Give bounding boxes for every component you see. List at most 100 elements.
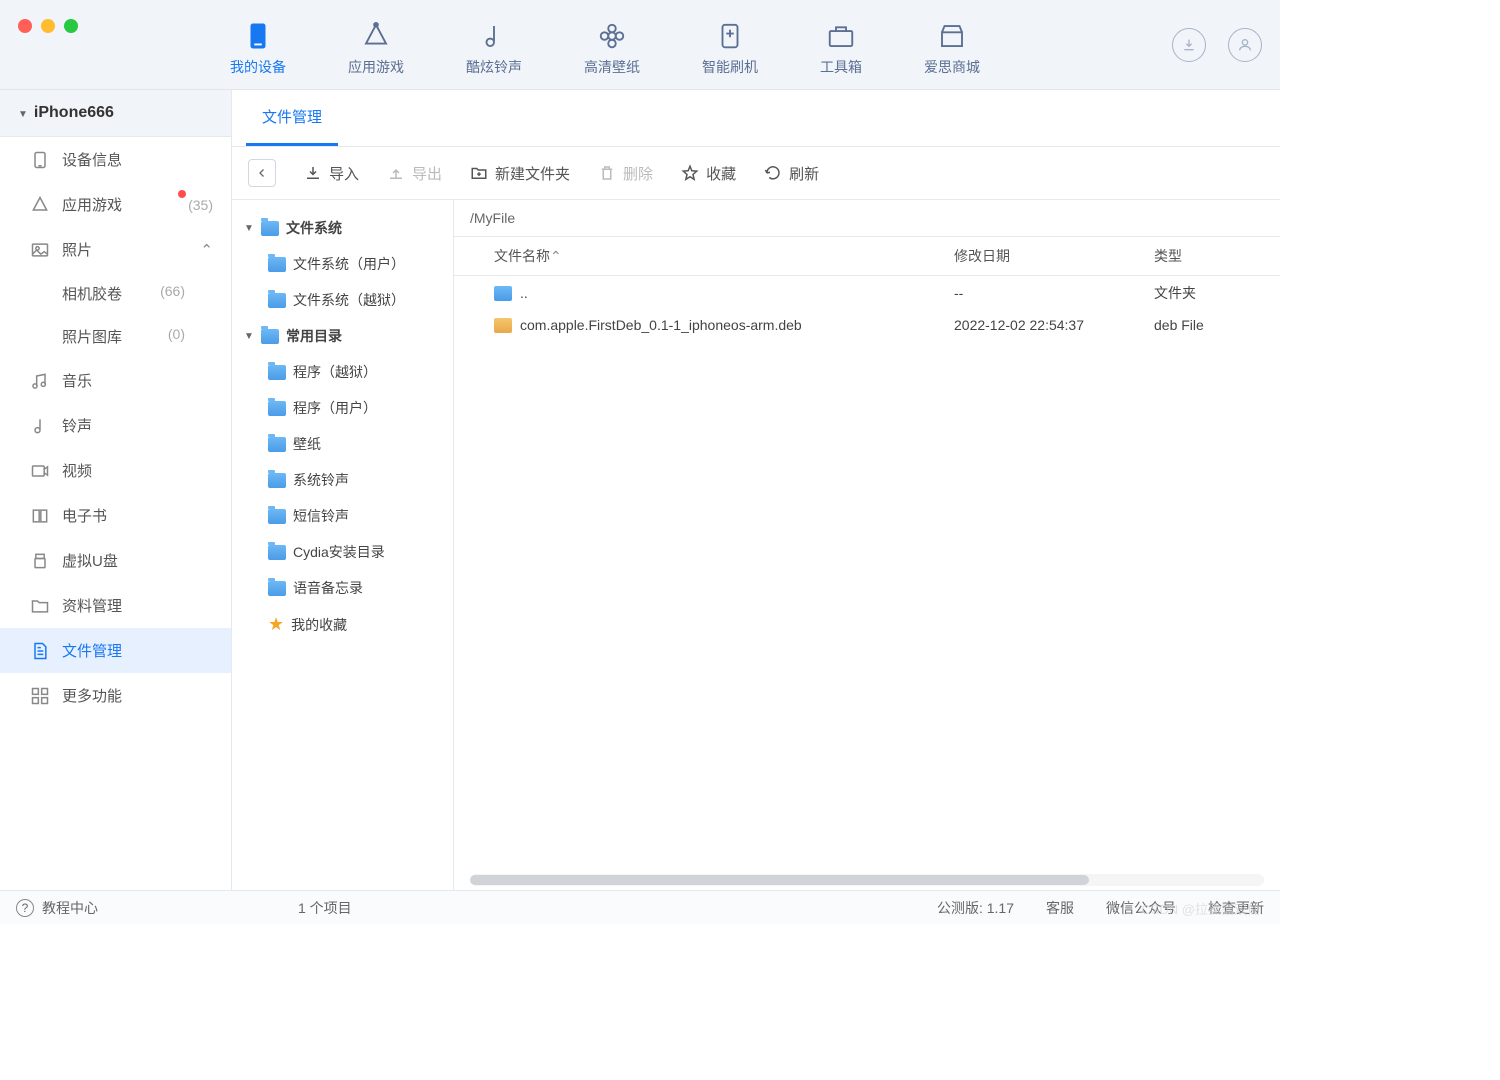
import-button[interactable]: 导入 [304,163,359,184]
table-row[interactable]: ..--文件夹 [454,276,1280,310]
folder-tree: ▼文件系统文件系统（用户） 文件系统（越狱）▼常用目录程序（越狱）程序（用户）壁纸… [232,200,454,890]
sidebar-subitem[interactable]: 相机胶卷 (66) [0,272,231,315]
tree-item[interactable]: 文件系统（越狱） [232,282,453,318]
sidebar-item[interactable]: 电子书 [0,493,231,538]
tree-item[interactable]: ▼常用目录 [232,318,453,354]
phoneflash-icon [715,21,745,51]
folder-icon [494,286,512,301]
store-icon [937,21,967,51]
sidebar-item[interactable]: 铃声 [0,403,231,448]
refresh-button[interactable]: 刷新 [764,163,819,184]
sidebar-icon [30,686,50,706]
col-date[interactable]: 修改日期 [954,246,1154,266]
trash-icon [598,164,616,182]
maximize-button[interactable] [64,19,78,33]
titlebar: 我的设备 应用游戏 酷炫铃声 高清壁纸 智能刷机 工具箱 爱思商城 [0,0,1280,90]
help-icon[interactable]: ? [16,899,34,917]
sidebar-label: 应用游戏 [62,194,122,215]
table-row[interactable]: com.apple.FirstDeb_0.1-1_iphoneos-arm.de… [454,310,1280,340]
sidebar-item[interactable]: 文件管理 [0,628,231,673]
sidebar-subitem[interactable]: 照片图库(0) [0,315,231,358]
col-name[interactable]: 文件名称⌃ [470,246,954,266]
sidebar-list: 设备信息应用游戏 (35) 照片⌃ 相机胶卷 (66) 照片图库(0) 音乐铃声视频电子书虚… [0,137,231,718]
tree-label: 短信铃声 [293,506,349,526]
horizontal-scrollbar[interactable] [470,874,1264,886]
sidebar-icon [30,596,50,616]
breadcrumb: /MyFile [454,200,1280,237]
col-label: 文件名称 [494,248,550,264]
sidebar-item[interactable]: 视频 [0,448,231,493]
arrow-icon: ▼ [244,223,254,234]
count-badge: (66) [160,283,185,304]
toolbox-icon [826,21,856,51]
help-link[interactable]: 教程中心 [42,898,98,918]
toolbar: 导入 导出 新建文件夹 删除 收藏 刷新 [232,147,1280,200]
close-button[interactable] [18,19,32,33]
star-icon: ★ [268,614,284,635]
sidebar-icon [30,240,50,260]
support-link[interactable]: 客服 [1046,898,1074,918]
sidebar-label: 音乐 [62,370,92,391]
sidebar: iPhone666 设备信息应用游戏 (35) 照片⌃ 相机胶卷 (66) 照片图库(0)… [0,90,232,890]
sidebar-item[interactable]: 虚拟U盘 [0,538,231,583]
nav-tab-device[interactable]: 我的设备 [230,21,286,77]
flower-icon [597,21,627,51]
tree-item[interactable]: 程序（用户） [232,390,453,426]
nav-tab-ringtones[interactable]: 酷炫铃声 [466,21,522,77]
user-button[interactable] [1228,28,1262,62]
sidebar-label: 照片 [62,239,92,260]
device-header[interactable]: iPhone666 [0,90,231,137]
sidebar-label: 资料管理 [62,595,122,616]
refresh-icon [764,164,782,182]
nav-tab-toolbox[interactable]: 工具箱 [820,21,862,77]
nav-right [1172,28,1262,62]
back-button[interactable] [248,159,276,187]
sidebar-item[interactable]: 应用游戏 (35) [0,182,231,227]
download-button[interactable] [1172,28,1206,62]
sidebar-label: 虚拟U盘 [62,550,118,571]
tree-item[interactable]: 语音备忘录 [232,570,453,606]
tree-item[interactable]: 程序（越狱） [232,354,453,390]
watermark: CSDN @拉黑猫双仙 [1141,899,1260,918]
count-badge: (35) [188,197,213,213]
tree-item[interactable]: ▼文件系统 [232,210,453,246]
subitem-label: 相机胶卷 [62,283,122,304]
col-type[interactable]: 类型 [1154,246,1264,266]
apps-icon [361,21,391,51]
nav-tab-flash[interactable]: 智能刷机 [702,21,758,77]
nav-tab-wallpaper[interactable]: 高清壁纸 [584,21,640,77]
tree-label: 文件系统（用户） [293,254,405,274]
star-icon [681,164,699,182]
tool-label: 删除 [623,163,653,184]
tree-item[interactable]: 文件系统（用户） [232,246,453,282]
nav-tab-store[interactable]: 爱思商城 [924,21,980,77]
tree-item[interactable]: 壁纸 [232,426,453,462]
sidebar-item[interactable]: 更多功能 [0,673,231,718]
delete-button[interactable]: 删除 [598,163,653,184]
tab-file-manager[interactable]: 文件管理 [246,90,338,146]
subitem-label: 照片图库 [62,326,122,347]
nav-tab-apps[interactable]: 应用游戏 [348,21,404,77]
minimize-button[interactable] [41,19,55,33]
nav-label: 智能刷机 [702,57,758,77]
statusbar: ? 教程中心 1 个项目 公测版: 1.17 客服 微信公众号 检查更新 [0,890,1280,924]
sidebar-item[interactable]: 音乐 [0,358,231,403]
tree-item[interactable]: 系统铃声 [232,462,453,498]
export-button[interactable]: 导出 [387,163,442,184]
window-controls [18,19,78,33]
tree-item[interactable]: ★我的收藏 [232,606,453,643]
favorite-button[interactable]: 收藏 [681,163,736,184]
file-area: ▼文件系统文件系统（用户） 文件系统（越狱）▼常用目录程序（越狱）程序（用户）壁纸… [232,200,1280,890]
sidebar-item[interactable]: 设备信息 [0,137,231,182]
deb-icon [494,318,512,333]
folder-icon [268,293,286,308]
newfolder-button[interactable]: 新建文件夹 [470,163,570,184]
sidebar-item[interactable]: 照片⌃ [0,227,231,272]
table-body: ..--文件夹com.apple.FirstDeb_0.1-1_iphoneos… [454,276,1280,340]
folder-icon [268,509,286,524]
user-icon [1237,37,1253,53]
tree-label: 语音备忘录 [293,578,363,598]
tree-item[interactable]: Cydia安装目录 [232,534,453,570]
tree-item[interactable]: 短信铃声 [232,498,453,534]
sidebar-item[interactable]: 资料管理 [0,583,231,628]
